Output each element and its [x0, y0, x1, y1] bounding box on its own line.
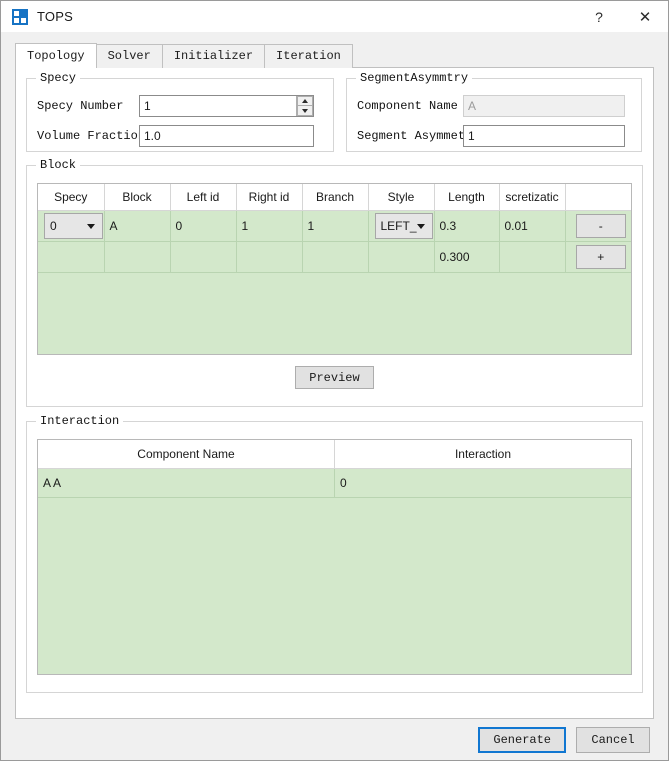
spin-down-button[interactable]	[297, 106, 313, 116]
cell-right-id[interactable]	[236, 242, 302, 273]
style-dropdown-value: LEFT_BI	[381, 219, 417, 233]
specy-group-title: Specy	[36, 71, 80, 85]
volume-fraction-label: Volume Fraction	[27, 129, 139, 143]
help-button[interactable]: ?	[576, 1, 622, 32]
table-row[interactable]: 0.300 +	[38, 242, 631, 273]
cell-style[interactable]: LEFT_BI	[368, 211, 434, 242]
cell-action[interactable]: -	[565, 211, 631, 242]
specy-number-row: Specy Number 1	[27, 95, 333, 117]
cell-component-name: A A	[38, 469, 335, 498]
block-table-container[interactable]: Specy Block Left id Right id Branch Styl…	[37, 183, 632, 355]
add-row-button[interactable]: +	[576, 245, 627, 269]
tab-solver[interactable]: Solver	[96, 44, 163, 68]
app-logo-icon	[12, 9, 28, 25]
col-header-specy[interactable]: Specy	[38, 184, 104, 211]
table-row[interactable]: A A 0	[38, 469, 631, 498]
segment-asymmetry-group: SegmentAsymmtry Component Name A Segment…	[346, 78, 642, 152]
specy-dropdown-value: 0	[50, 219, 87, 233]
cell-discretization[interactable]	[499, 242, 565, 273]
arrow-down-icon	[302, 109, 308, 113]
col-header-discretization[interactable]: scretizatic	[499, 184, 565, 211]
specy-number-label: Specy Number	[27, 99, 139, 113]
cell-discretization[interactable]: 0.01	[499, 211, 565, 242]
interaction-table-empty-area[interactable]	[38, 498, 631, 675]
cell-right-id[interactable]: 1	[236, 211, 302, 242]
specy-number-spinbox[interactable]: 1	[139, 95, 314, 117]
tops-dialog: TOPS ? ✕ Topology Solver Initializer Ite…	[0, 0, 669, 761]
block-group-title: Block	[36, 158, 80, 172]
empty-space[interactable]	[38, 273, 631, 356]
block-table-empty-area[interactable]	[38, 273, 631, 356]
specy-group: Specy Specy Number 1 Volume Fraction 1.0	[26, 78, 334, 152]
title-bar: TOPS ? ✕	[1, 1, 668, 32]
cell-length[interactable]: 0.300	[434, 242, 499, 273]
cell-length[interactable]: 0.3	[434, 211, 499, 242]
col-header-left-id[interactable]: Left id	[170, 184, 236, 211]
preview-button[interactable]: Preview	[295, 366, 373, 389]
table-row[interactable]: 0 A 0 1 1 LEFT_BI	[38, 211, 631, 242]
interaction-group-title: Interaction	[36, 414, 123, 428]
col-header-right-id[interactable]: Right id	[236, 184, 302, 211]
cancel-button[interactable]: Cancel	[576, 727, 650, 753]
cell-action[interactable]: +	[565, 242, 631, 273]
chevron-down-icon	[417, 224, 425, 229]
interaction-table-container[interactable]: Component Name Interaction A A 0	[37, 439, 632, 675]
specy-number-spin-buttons	[296, 96, 313, 116]
spin-up-button[interactable]	[297, 96, 313, 106]
cell-left-id[interactable]: 0	[170, 211, 236, 242]
cell-left-id[interactable]	[170, 242, 236, 273]
interaction-table: Component Name Interaction A A 0	[38, 440, 631, 675]
cell-style[interactable]	[368, 242, 434, 273]
chevron-down-icon	[87, 224, 95, 229]
col-header-branch[interactable]: Branch	[302, 184, 368, 211]
col-header-interaction[interactable]: Interaction	[335, 440, 632, 469]
preview-button-row: Preview	[27, 366, 642, 389]
block-table-header-row: Specy Block Left id Right id Branch Styl…	[38, 184, 631, 211]
interaction-table-header-row: Component Name Interaction	[38, 440, 631, 469]
col-header-length[interactable]: Length	[434, 184, 499, 211]
cell-branch[interactable]	[302, 242, 368, 273]
segment-asymmetry-label: Segment Asymmetry	[347, 129, 463, 143]
close-button[interactable]: ✕	[622, 1, 668, 32]
cell-block[interactable]	[104, 242, 170, 273]
cell-block[interactable]: A	[104, 211, 170, 242]
segment-asymmetry-input[interactable]: 1	[463, 125, 625, 147]
component-name-input: A	[463, 95, 625, 117]
col-header-component-name[interactable]: Component Name	[38, 440, 335, 469]
tab-strip: Topology Solver Initializer Iteration	[1, 32, 668, 68]
style-dropdown[interactable]: LEFT_BI	[375, 213, 433, 239]
tab-iteration[interactable]: Iteration	[264, 44, 353, 68]
dialog-footer: Generate Cancel	[1, 719, 668, 760]
cell-specy[interactable]: 0	[38, 211, 104, 242]
interaction-group: Interaction Component Name Interaction A…	[26, 421, 643, 693]
tab-row: Topology Solver Initializer Iteration	[15, 43, 668, 68]
segment-asymmetry-row: Segment Asymmetry 1	[347, 125, 641, 147]
col-header-style[interactable]: Style	[368, 184, 434, 211]
block-group: Block Specy Block Left id Right id	[26, 165, 643, 407]
col-header-block[interactable]: Block	[104, 184, 170, 211]
empty-space[interactable]	[38, 498, 631, 675]
generate-button[interactable]: Generate	[478, 727, 566, 753]
cell-interaction[interactable]: 0	[335, 469, 632, 498]
component-name-row: Component Name A	[347, 95, 641, 117]
window-title: TOPS	[37, 9, 73, 24]
tab-initializer[interactable]: Initializer	[162, 44, 265, 68]
specy-number-value[interactable]: 1	[140, 96, 296, 116]
cell-specy[interactable]	[38, 242, 104, 273]
specy-dropdown[interactable]: 0	[44, 213, 103, 239]
arrow-up-icon	[302, 99, 308, 103]
top-groups-row: Specy Specy Number 1 Volume Fraction 1.0	[26, 78, 643, 152]
volume-fraction-input[interactable]: 1.0	[139, 125, 314, 147]
topology-tab-page: Specy Specy Number 1 Volume Fraction 1.0	[15, 67, 654, 719]
block-table: Specy Block Left id Right id Branch Styl…	[38, 184, 631, 355]
volume-fraction-row: Volume Fraction 1.0	[27, 125, 333, 147]
segment-asymmetry-group-title: SegmentAsymmtry	[356, 71, 472, 85]
col-header-action[interactable]	[565, 184, 631, 211]
remove-row-button[interactable]: -	[576, 214, 627, 238]
tab-topology[interactable]: Topology	[15, 43, 97, 68]
component-name-label: Component Name	[347, 99, 463, 113]
cell-branch[interactable]: 1	[302, 211, 368, 242]
